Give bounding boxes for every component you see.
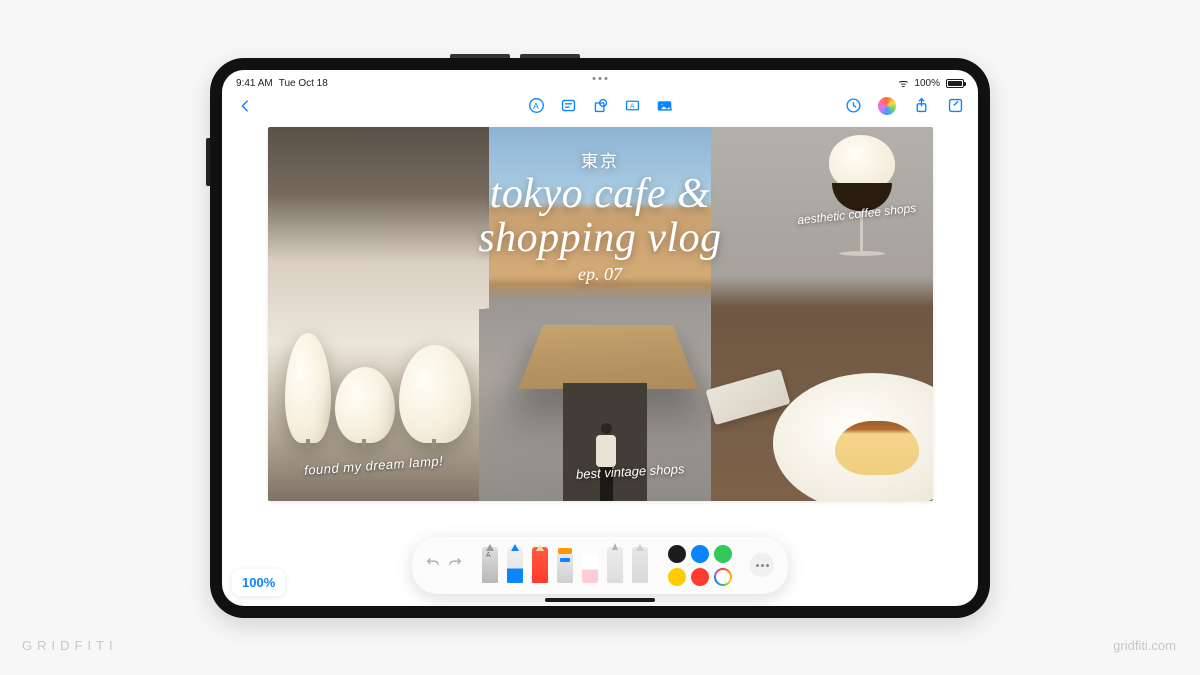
title-line2: shopping vlog xyxy=(268,216,933,260)
text-style-button[interactable]: A xyxy=(527,97,545,115)
color-palette-button[interactable] xyxy=(878,97,896,115)
battery-icon xyxy=(946,79,964,88)
svg-text:A: A xyxy=(533,101,539,111)
ipad-screen: 9:41 AM Tue Oct 18 ᯤ 100% A A xyxy=(222,70,978,606)
color-red[interactable] xyxy=(691,568,709,586)
ruler-tool[interactable] xyxy=(632,547,648,583)
home-indicator[interactable] xyxy=(545,598,655,602)
sticky-note-button[interactable] xyxy=(559,97,577,115)
text-box-button[interactable]: A xyxy=(623,97,641,115)
panel1-caption: found my dream lamp! xyxy=(303,453,443,478)
color-black[interactable] xyxy=(668,545,686,563)
wifi-icon: ᯤ xyxy=(898,76,908,91)
ipad-device-frame: 9:41 AM Tue Oct 18 ᯤ 100% A A xyxy=(210,58,990,618)
crayon-tool[interactable] xyxy=(557,553,573,583)
media-button[interactable] xyxy=(655,97,673,115)
redo-button[interactable] xyxy=(448,556,462,575)
subtitle: 東京 xyxy=(268,147,933,172)
brand-watermark: GRIDFITI xyxy=(22,638,118,653)
share-button[interactable] xyxy=(912,97,930,115)
shapes-button[interactable] xyxy=(591,97,609,115)
title-block: 東京 tokyo cafe & shopping vlog ep. 07 xyxy=(268,147,933,285)
pencil-tool[interactable] xyxy=(532,547,548,583)
plate-icon xyxy=(773,373,933,501)
status-date: Tue Oct 18 xyxy=(279,78,328,89)
history-button[interactable] xyxy=(844,97,862,115)
eraser-tool[interactable] xyxy=(582,553,598,583)
canvas-area[interactable]: found my dream lamp! best vintage shops xyxy=(222,121,978,501)
more-button[interactable] xyxy=(750,553,774,577)
lasso-tool[interactable] xyxy=(607,547,623,583)
episode-label: ep. 07 xyxy=(268,264,933,285)
title-line1: tokyo cafe & xyxy=(268,172,933,216)
artwork[interactable]: found my dream lamp! best vintage shops xyxy=(268,127,933,501)
color-green[interactable] xyxy=(714,545,732,563)
color-blue[interactable] xyxy=(691,545,709,563)
svg-text:A: A xyxy=(629,103,634,110)
url-watermark: gridfiti.com xyxy=(1113,638,1176,653)
tool-dock xyxy=(412,537,788,594)
lamp-icon xyxy=(285,333,331,443)
color-yellow[interactable] xyxy=(668,568,686,586)
app-toolbar: A A xyxy=(222,93,978,121)
status-time: 9:41 AM xyxy=(236,78,273,89)
lamp-icon xyxy=(399,345,471,443)
undo-button[interactable] xyxy=(426,556,440,575)
lamp-icon xyxy=(335,367,395,443)
color-picker[interactable] xyxy=(714,568,732,586)
multitask-dots[interactable] xyxy=(593,77,608,80)
battery-percent: 100% xyxy=(914,78,940,89)
person-figure xyxy=(595,423,617,501)
zoom-indicator[interactable]: 100% xyxy=(232,569,285,596)
marker-tool[interactable] xyxy=(507,547,523,583)
pen-tool[interactable] xyxy=(482,547,498,583)
back-button[interactable] xyxy=(236,97,254,115)
compose-button[interactable] xyxy=(946,97,964,115)
status-bar: 9:41 AM Tue Oct 18 ᯤ 100% xyxy=(222,70,978,93)
